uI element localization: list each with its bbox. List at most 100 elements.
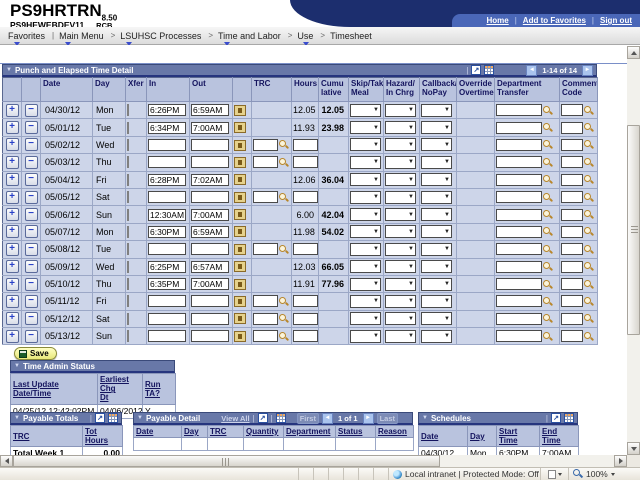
hours-input[interactable]: [293, 156, 318, 168]
punch-detail-icon[interactable]: [234, 209, 246, 220]
trc-input[interactable]: [253, 243, 278, 255]
xfer-checkbox[interactable]: [127, 330, 129, 342]
add-row-button[interactable]: +: [6, 156, 19, 169]
skip-take-meal-select[interactable]: ▼: [350, 330, 381, 343]
department-lookup-icon[interactable]: [542, 279, 553, 290]
column-header[interactable]: TRC: [11, 426, 83, 447]
add-row-button[interactable]: +: [6, 330, 19, 343]
time-in-input[interactable]: [148, 226, 186, 238]
skip-take-meal-select[interactable]: ▼: [350, 295, 381, 308]
column-header[interactable]: Reason: [376, 426, 414, 438]
time-out-input[interactable]: [191, 226, 229, 238]
comment-code-input[interactable]: [561, 313, 583, 325]
punch-detail-icon[interactable]: [234, 226, 246, 237]
breadcrumb-item[interactable]: LSUHSC Processes: [118, 31, 205, 41]
comment-lookup-icon[interactable]: [583, 139, 594, 150]
hours-input[interactable]: [293, 243, 318, 255]
customize-grid-icon[interactable]: [108, 413, 118, 423]
department-transfer-input[interactable]: [496, 278, 542, 290]
department-lookup-icon[interactable]: [542, 105, 553, 116]
department-transfer-input[interactable]: [496, 295, 542, 307]
skip-take-meal-select[interactable]: ▼: [350, 260, 381, 273]
department-transfer-input[interactable]: [496, 313, 542, 325]
comment-lookup-icon[interactable]: [583, 192, 594, 203]
popup-window-icon[interactable]: ↗: [471, 65, 481, 75]
trc-input[interactable]: [253, 295, 278, 307]
time-out-input[interactable]: [191, 191, 229, 203]
callback-nopay-select[interactable]: ▼: [421, 243, 452, 256]
comment-code-input[interactable]: [561, 243, 583, 255]
breadcrumb-item[interactable]: Use: [295, 31, 317, 41]
popup-window-icon[interactable]: ↗: [551, 413, 561, 423]
time-in-input[interactable]: [148, 261, 186, 273]
last-page-button[interactable]: Last: [377, 413, 398, 424]
hazard-in-chrg-select[interactable]: ▼: [385, 295, 416, 308]
trc-input[interactable]: [253, 330, 278, 342]
delete-row-button[interactable]: −: [25, 156, 38, 169]
callback-nopay-select[interactable]: ▼: [421, 173, 452, 186]
comment-lookup-icon[interactable]: [583, 226, 594, 237]
comment-lookup-icon[interactable]: [583, 209, 594, 220]
add-row-button[interactable]: +: [6, 121, 19, 134]
hazard-in-chrg-select[interactable]: ▼: [385, 225, 416, 238]
department-lookup-icon[interactable]: [542, 331, 553, 342]
comment-code-input[interactable]: [561, 226, 583, 238]
xfer-checkbox[interactable]: [127, 295, 129, 307]
department-transfer-input[interactable]: [496, 122, 542, 134]
save-button-bottom[interactable]: Save: [14, 347, 57, 360]
xfer-checkbox[interactable]: [127, 278, 129, 290]
compatibility-view-button[interactable]: [540, 468, 568, 480]
hours-input[interactable]: [293, 139, 318, 151]
comment-lookup-icon[interactable]: [583, 122, 594, 133]
trc-lookup-icon[interactable]: [278, 244, 289, 255]
comment-code-input[interactable]: [561, 209, 583, 221]
add-row-button[interactable]: +: [6, 278, 19, 291]
time-out-input[interactable]: [191, 330, 229, 342]
comment-lookup-icon[interactable]: [583, 174, 594, 185]
header-link[interactable]: Sign out: [600, 16, 632, 25]
time-in-input[interactable]: [148, 313, 186, 325]
comment-code-input[interactable]: [561, 104, 583, 116]
add-row-button[interactable]: +: [6, 173, 19, 186]
scroll-up-button[interactable]: [627, 46, 640, 59]
time-out-input[interactable]: [191, 313, 229, 325]
delete-row-button[interactable]: −: [25, 312, 38, 325]
time-out-input[interactable]: [191, 156, 229, 168]
department-lookup-icon[interactable]: [542, 122, 553, 133]
column-header[interactable]: Last Update Date/Time: [11, 374, 98, 405]
zoom-control[interactable]: 100%: [568, 468, 640, 480]
time-out-input[interactable]: [191, 139, 229, 151]
department-lookup-icon[interactable]: [542, 226, 553, 237]
trc-input[interactable]: [253, 313, 278, 325]
xfer-checkbox[interactable]: [127, 174, 129, 186]
xfer-checkbox[interactable]: [127, 261, 129, 273]
hazard-in-chrg-select[interactable]: ▼: [385, 191, 416, 204]
callback-nopay-select[interactable]: ▼: [421, 295, 452, 308]
comment-lookup-icon[interactable]: [583, 244, 594, 255]
add-row-button[interactable]: +: [6, 225, 19, 238]
add-row-button[interactable]: +: [6, 295, 19, 308]
punch-detail-icon[interactable]: [234, 157, 246, 168]
callback-nopay-select[interactable]: ▼: [421, 312, 452, 325]
column-header[interactable]: Quantity: [244, 426, 284, 438]
time-in-input[interactable]: [148, 156, 186, 168]
hazard-in-chrg-select[interactable]: ▼: [385, 278, 416, 291]
punch-detail-icon[interactable]: [234, 313, 246, 324]
trc-lookup-icon[interactable]: [278, 331, 289, 342]
comment-lookup-icon[interactable]: [583, 157, 594, 168]
grid-next-page-icon[interactable]: ►: [582, 65, 593, 76]
horizontal-scrollbar-thumb[interactable]: [13, 455, 440, 467]
hazard-in-chrg-select[interactable]: ▼: [385, 243, 416, 256]
trc-lookup-icon[interactable]: [278, 139, 289, 150]
hours-input[interactable]: [293, 313, 318, 325]
delete-row-button[interactable]: −: [25, 138, 38, 151]
comment-code-input[interactable]: [561, 295, 583, 307]
hazard-in-chrg-select[interactable]: ▼: [385, 260, 416, 273]
trc-lookup-icon[interactable]: [278, 296, 289, 307]
delete-row-button[interactable]: −: [25, 191, 38, 204]
department-lookup-icon[interactable]: [542, 139, 553, 150]
delete-row-button[interactable]: −: [25, 173, 38, 186]
department-lookup-icon[interactable]: [542, 174, 553, 185]
trc-input[interactable]: [253, 191, 278, 203]
add-row-button[interactable]: +: [6, 208, 19, 221]
